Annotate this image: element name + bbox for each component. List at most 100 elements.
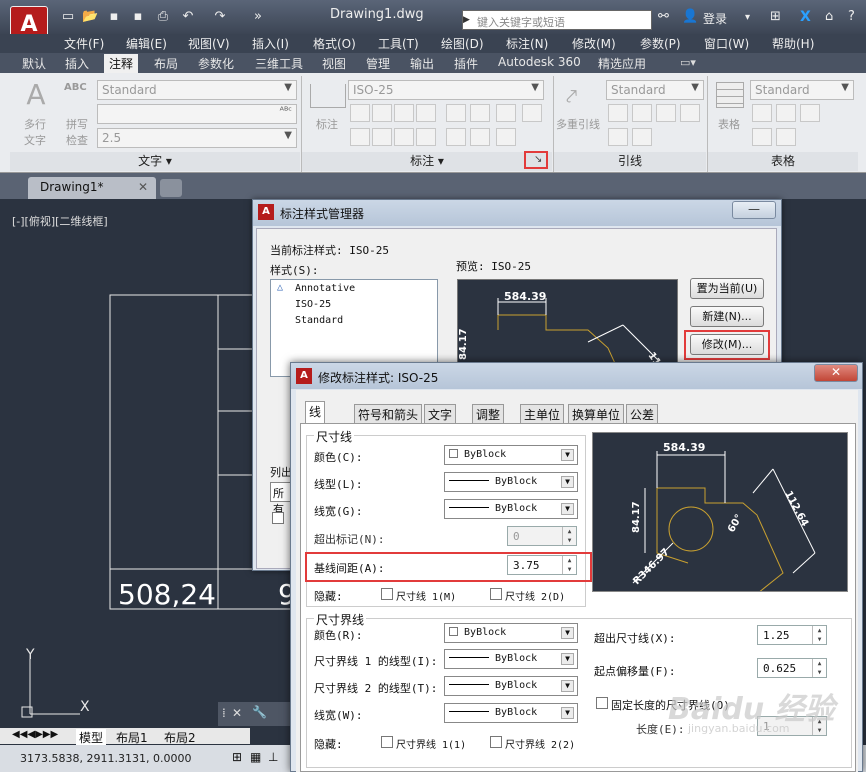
tab-fit[interactable]: 调整	[472, 404, 505, 423]
close-icon[interactable]: ✕	[232, 706, 242, 720]
snap-icon[interactable]: ⊞	[232, 750, 242, 764]
stay-connected-icon[interactable]: ⌂	[825, 9, 833, 24]
ribbon-tab-featured-apps[interactable]: 精选应用	[593, 55, 651, 72]
dim-tool-icon[interactable]	[416, 104, 436, 122]
leader-tool-icon[interactable]	[680, 104, 700, 122]
wrench-icon[interactable]: 🔧	[252, 705, 267, 719]
help-icon[interactable]: ?	[848, 9, 855, 24]
list-xref-checkbox[interactable]	[272, 512, 284, 524]
ribbon-tab-autodesk-360[interactable]: Autodesk 360	[493, 55, 586, 72]
leader-tool-icon[interactable]	[632, 104, 652, 122]
leader-tool-icon[interactable]	[608, 104, 628, 122]
binoculars-icon[interactable]: ⚯	[658, 9, 669, 24]
more-icon[interactable]: »	[250, 9, 266, 25]
list-item[interactable]: Standard	[295, 315, 343, 326]
menu-tools[interactable]: 工具(T)	[378, 35, 419, 52]
menu-file[interactable]: 文件(F)	[64, 35, 104, 52]
menu-format[interactable]: 格式(O)	[313, 35, 356, 52]
leader-tool-icon[interactable]	[608, 128, 628, 146]
dim-tool-icon[interactable]	[394, 104, 414, 122]
menu-view[interactable]: 视图(V)	[188, 35, 230, 52]
ribbon-tab-insert[interactable]: 插入	[60, 55, 94, 72]
dim-tool-icon[interactable]	[446, 104, 466, 122]
dim-tool-icon[interactable]	[394, 128, 414, 146]
menu-help[interactable]: 帮助(H)	[772, 35, 814, 52]
menu-dimension[interactable]: 标注(N)	[506, 35, 548, 52]
tab-text[interactable]: 文字	[424, 404, 457, 423]
leader-tool-icon[interactable]	[632, 128, 652, 146]
multileader-style-dropdown[interactable]: Standard ▼	[606, 80, 704, 100]
leader-panel-footer[interactable]: 引线	[554, 152, 706, 171]
dim-tool-icon[interactable]	[350, 128, 370, 146]
menu-insert[interactable]: 插入(I)	[252, 35, 289, 52]
login-dropdown-icon[interactable]: ▾	[745, 12, 750, 23]
ribbon-tab-layout[interactable]: 布局	[149, 55, 183, 72]
redo-icon[interactable]: ↷	[212, 9, 228, 25]
close-button[interactable]: —	[732, 201, 776, 219]
save-as-icon[interactable]: ▪	[130, 9, 146, 25]
close-button[interactable]: ✕	[814, 364, 858, 382]
spinner-arrows-icon[interactable]: ▲ ▼	[812, 659, 826, 677]
coordinate-readout[interactable]: 3173.5838, 2911.3131, 0.0000	[20, 752, 191, 765]
table-tool-icon[interactable]	[776, 104, 796, 122]
new-file-icon[interactable]: ▭	[60, 9, 76, 25]
viewport-controls[interactable]: [-][俯视][二维线框]	[12, 213, 108, 229]
dimline-linetype-dropdown[interactable]: ByBlock ▼	[444, 472, 578, 492]
command-line-toolbar[interactable]: ⁞ ✕ 🔧	[218, 702, 298, 726]
table-style-dropdown[interactable]: Standard ▼	[750, 80, 854, 100]
linear-dimension-icon[interactable]	[310, 84, 346, 108]
spell-check-icon[interactable]: ABC	[64, 82, 87, 93]
grid-icon[interactable]: ▦	[250, 750, 261, 764]
menu-window[interactable]: 窗口(W)	[704, 35, 749, 52]
menu-parameters[interactable]: 参数(P)	[640, 35, 681, 52]
suppress-extline2-checkbox[interactable]	[490, 736, 502, 748]
dim-tool-icon[interactable]	[496, 128, 516, 146]
ribbon-tab-annotate[interactable]: 注释	[104, 54, 139, 73]
search-input[interactable]: 键入关键字或短语	[462, 10, 652, 30]
dim-tool-icon[interactable]	[372, 104, 392, 122]
dimension-panel-footer[interactable]: 标注 ▾	[302, 152, 552, 171]
autodesk-x-icon[interactable]: X	[800, 9, 811, 25]
tab-drawing1[interactable]: Drawing1* ✕	[28, 177, 156, 199]
ribbon-tab-output[interactable]: 输出	[405, 55, 439, 72]
exchange-icon[interactable]: ⊞	[770, 9, 781, 24]
ribbon-tab-view[interactable]: 视图	[317, 55, 351, 72]
tab-layout2[interactable]: 布局2	[164, 729, 196, 746]
tab-symbols-arrows[interactable]: 符号和箭头	[354, 404, 423, 423]
new-drawing-tab-button[interactable]	[160, 179, 182, 197]
table-tool-icon[interactable]	[800, 104, 820, 122]
suppress-dimline2-checkbox[interactable]	[490, 588, 502, 600]
text-style-dropdown[interactable]: Standard ▼	[97, 80, 297, 100]
menu-edit[interactable]: 编辑(E)	[126, 35, 167, 52]
table-panel-footer[interactable]: 表格	[708, 152, 858, 171]
tab-lines[interactable]: 线	[305, 401, 326, 424]
table-tool-icon[interactable]	[752, 104, 772, 122]
dimline-color-dropdown[interactable]: ByBlock ▼	[444, 445, 578, 465]
dim-tool-icon[interactable]	[350, 104, 370, 122]
tab-alternate-units[interactable]: 换算单位	[568, 404, 625, 423]
tab-layout1[interactable]: 布局1	[116, 729, 148, 746]
spinner-arrows-icon[interactable]: ▲ ▼	[812, 626, 826, 644]
menu-modify[interactable]: 修改(M)	[572, 35, 616, 52]
extline-lineweight-dropdown[interactable]: ByBlock ▼	[444, 703, 578, 723]
text-height-dropdown[interactable]: 2.5 ▼	[97, 128, 297, 148]
text-panel-footer[interactable]: 文字 ▾	[10, 152, 300, 171]
layout-nav-icon[interactable]: ◀◀◀▶▶▶	[12, 729, 58, 740]
dim-tool-icon[interactable]	[416, 128, 436, 146]
print-icon[interactable]: ⎙	[155, 9, 171, 25]
spinner-arrows-icon[interactable]: ▲ ▼	[562, 527, 576, 545]
tab-model[interactable]: 模型	[76, 729, 107, 746]
extline1-linetype-dropdown[interactable]: ByBlock ▼	[444, 649, 578, 669]
extend-beyond-ticks-spinner[interactable]: 0 ▲ ▼	[507, 526, 577, 546]
text-find-field[interactable]: ᴬᴮᶜ	[97, 104, 297, 124]
ribbon-toggle-icon[interactable]: ▭▾	[680, 56, 696, 69]
dim-tool-icon[interactable]	[470, 104, 490, 122]
tab-tolerances[interactable]: 公差	[626, 404, 659, 423]
table-tool-icon[interactable]	[776, 128, 796, 146]
dim-tool-icon[interactable]	[496, 104, 516, 122]
dimension-style-launcher-button[interactable]: ↘	[524, 151, 548, 169]
search-expand-icon[interactable]: ▶	[463, 11, 473, 29]
ribbon-tab-manage[interactable]: 管理	[361, 55, 395, 72]
undo-icon[interactable]: ↶	[180, 9, 196, 25]
close-icon[interactable]: ✕	[138, 180, 148, 194]
